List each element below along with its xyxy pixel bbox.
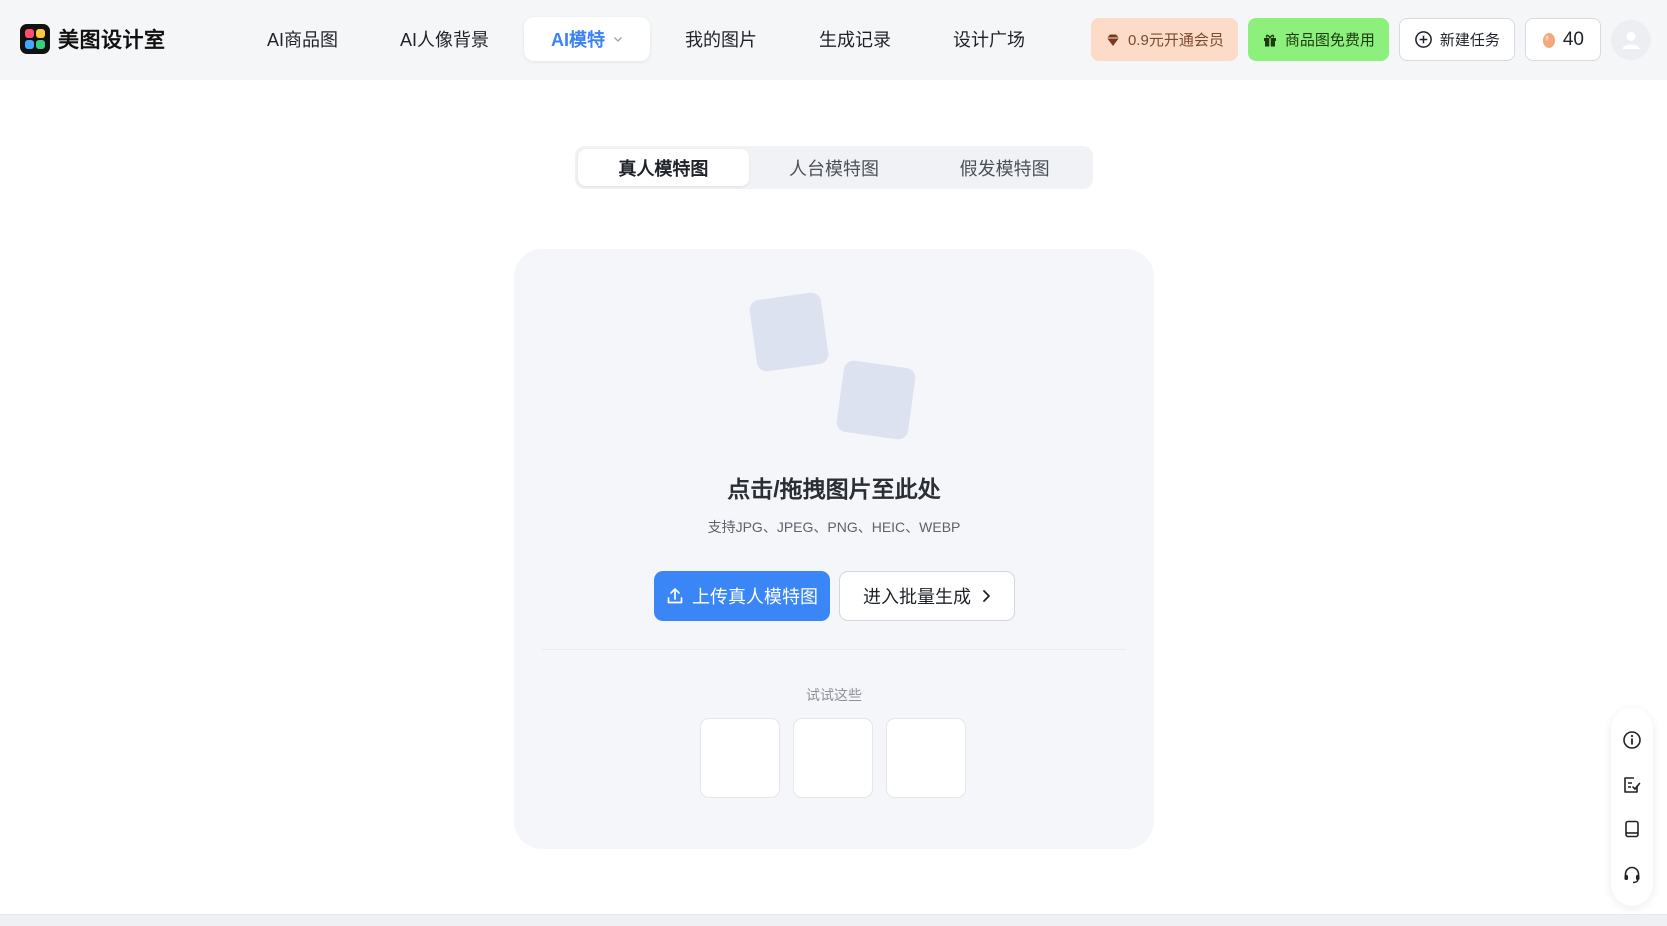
upload-real-model-button[interactable]: 上传真人模特图 <box>654 571 830 621</box>
logo-icon <box>20 24 50 54</box>
vip-label: 0.9元开通会员 <box>1127 32 1224 49</box>
upload-button-label: 上传真人模特图 <box>692 587 818 607</box>
bean-coin-icon <box>1542 32 1555 48</box>
model-type-tabs: 真人模特图 人台模特图 假发模特图 <box>575 146 1093 189</box>
batch-generate-button[interactable]: 进入批量生成 <box>839 571 1015 621</box>
coin-count: 40 <box>1562 28 1584 50</box>
chevron-right-icon <box>983 590 990 602</box>
free-label: 商品图免费用 <box>1284 32 1375 49</box>
brand-logo[interactable]: 美图设计室 <box>20 24 166 54</box>
plus-circle-icon <box>1414 31 1432 48</box>
divider <box>542 649 1126 650</box>
nav-item-label: AI模特 <box>551 30 606 50</box>
batch-button-label: 进入批量生成 <box>863 587 971 607</box>
top-header: 美图设计室 AI商品图 AI人像背景 AI模特 我的图片 生成记录 设计广场 0… <box>0 0 1667 80</box>
free-product-button[interactable]: 商品图免费用 <box>1247 18 1389 61</box>
avatar[interactable] <box>1611 19 1651 60</box>
main-nav: AI商品图 AI人像背景 AI模特 我的图片 生成记录 设计广场 <box>240 17 1060 61</box>
placeholder-image-icon <box>748 291 830 373</box>
new-task-button[interactable]: 新建任务 <box>1398 18 1515 61</box>
app-window: 美图设计室 AI商品图 AI人像背景 AI模特 我的图片 生成记录 设计广场 0… <box>0 0 1667 915</box>
nav-item-ai-portrait-bg[interactable]: AI人像背景 <box>373 17 516 61</box>
supported-formats: 支持JPG、JPEG、PNG、HEIC、WEBP <box>707 519 961 535</box>
nav-item-label: AI商品图 <box>267 30 339 50</box>
user-icon <box>1622 31 1640 49</box>
tab-mannequin-model[interactable]: 人台模特图 <box>749 149 920 186</box>
new-task-label: 新建任务 <box>1439 32 1500 49</box>
sample-image[interactable] <box>793 718 873 798</box>
try-these-label: 试试这些 <box>806 687 862 703</box>
nav-item-my-images[interactable]: 我的图片 <box>658 17 784 61</box>
nav-item-label: 生成记录 <box>819 30 892 50</box>
diamond-icon <box>1106 34 1119 46</box>
checklist-icon[interactable] <box>1618 771 1646 799</box>
sample-images <box>700 718 966 798</box>
vip-button[interactable]: 0.9元开通会员 <box>1090 18 1238 61</box>
sample-image[interactable] <box>886 718 966 798</box>
tab-label: 人台模特图 <box>789 158 879 179</box>
tab-label: 真人模特图 <box>618 158 709 179</box>
info-icon[interactable] <box>1618 726 1646 754</box>
headset-icon[interactable] <box>1618 860 1646 888</box>
placeholder-image-icon <box>835 359 917 441</box>
nav-item-ai-model[interactable]: AI模特 <box>524 17 651 61</box>
nav-item-label: AI人像背景 <box>400 30 490 50</box>
brand-name: 美图设计室 <box>58 29 166 52</box>
dropzone-title: 点击/拖拽图片至此处 <box>727 476 941 502</box>
upload-dropzone[interactable]: 点击/拖拽图片至此处 支持JPG、JPEG、PNG、HEIC、WEBP 上传真人… <box>514 249 1154 849</box>
nav-item-design-plaza[interactable]: 设计广场 <box>926 17 1052 61</box>
tab-wig-model[interactable]: 假发模特图 <box>919 149 1090 186</box>
nav-item-ai-product[interactable]: AI商品图 <box>240 17 365 61</box>
coin-balance[interactable]: 40 <box>1524 18 1601 61</box>
tab-real-model[interactable]: 真人模特图 <box>578 149 749 186</box>
nav-item-label: 我的图片 <box>685 30 758 50</box>
book-icon[interactable] <box>1618 815 1646 843</box>
floating-toolbar <box>1611 708 1653 906</box>
upload-icon <box>667 588 683 604</box>
tab-label: 假发模特图 <box>959 158 1050 179</box>
gift-icon <box>1263 34 1276 46</box>
nav-item-label: 设计广场 <box>953 30 1026 50</box>
header-actions: 0.9元开通会员 商品图免费用 新建任务 40 <box>1090 18 1651 61</box>
chevron-down-icon <box>614 37 622 42</box>
sample-image[interactable] <box>700 718 780 798</box>
nav-item-history[interactable]: 生成记录 <box>792 17 918 61</box>
